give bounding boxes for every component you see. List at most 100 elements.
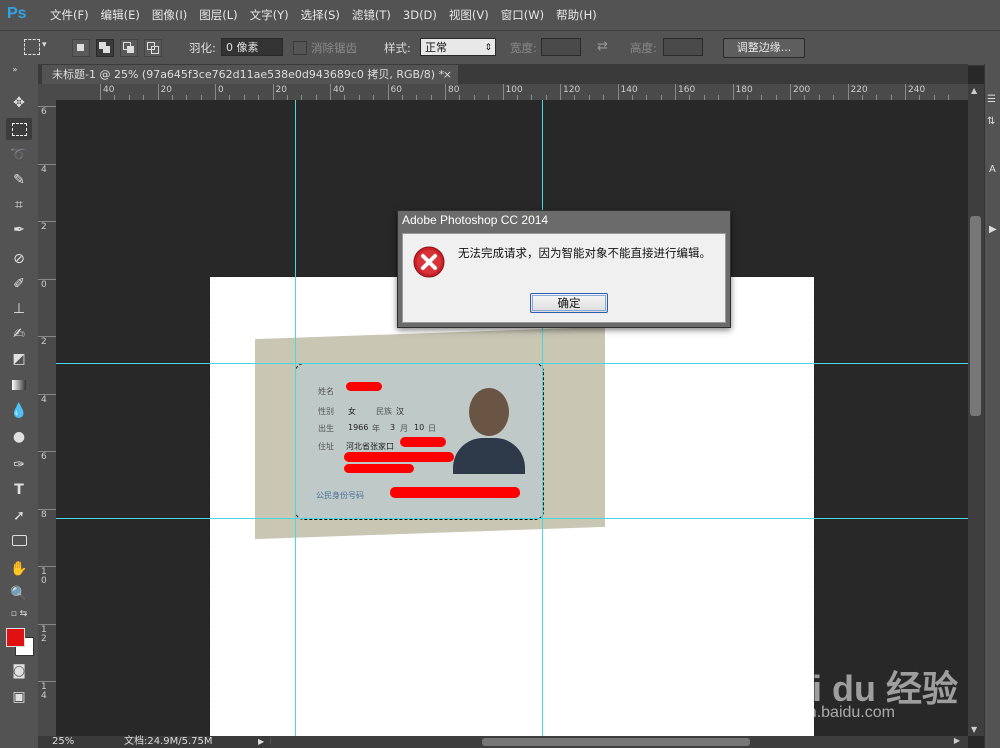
card-birth-label: 出生: [318, 424, 334, 433]
panel-icon[interactable]: ▶: [989, 224, 997, 235]
guide-horizontal[interactable]: [56, 363, 968, 364]
menu-filter[interactable]: 滤镜(T): [346, 0, 397, 30]
blur-tool-icon[interactable]: 💧: [6, 400, 32, 422]
path-select-tool-icon[interactable]: ➚: [6, 505, 32, 527]
vertical-scrollbar[interactable]: ▲ ▼: [968, 84, 984, 736]
quick-select-tool-icon[interactable]: ✎: [6, 169, 32, 191]
crop-tool-icon[interactable]: ⌗: [6, 194, 32, 216]
menu-image[interactable]: 图像(I): [146, 0, 193, 30]
healing-brush-tool-icon[interactable]: ⊘: [6, 248, 32, 270]
collapse-icon[interactable]: »: [2, 64, 28, 76]
hand-tool-icon[interactable]: ✋: [6, 558, 32, 580]
brush-tool-icon[interactable]: ✐: [6, 273, 32, 295]
menu-list: 文件(F) 编辑(E) 图像(I) 图层(L) 文字(Y) 选择(S) 滤镜(T…: [44, 0, 603, 30]
move-tool-icon[interactable]: ✥: [6, 92, 32, 114]
height-input[interactable]: [663, 38, 703, 56]
style-select[interactable]: 正常 ⇕: [420, 38, 496, 56]
type-tool-icon[interactable]: T: [6, 479, 32, 501]
chevron-down-icon: ⇕: [484, 43, 492, 53]
horizontal-scroll-thumb[interactable]: [482, 738, 750, 746]
ok-button[interactable]: 确定: [530, 293, 608, 313]
intersect-selection-button[interactable]: [144, 39, 162, 57]
menu-type[interactable]: 文字(Y): [244, 0, 295, 30]
close-icon[interactable]: ×: [443, 65, 452, 84]
scroll-right-icon[interactable]: ▶: [954, 736, 960, 745]
scroll-down-icon[interactable]: ▼: [971, 725, 977, 734]
zoom-tool-icon[interactable]: 🔍: [6, 583, 32, 605]
default-colors-icon[interactable]: ▫ ⇆: [6, 608, 32, 620]
ruler-tick-label: 10: [41, 567, 47, 586]
swap-icon[interactable]: ⇄: [597, 39, 608, 54]
panel-icon[interactable]: ⇅: [987, 116, 995, 127]
ruler-tick-label: 20: [275, 85, 287, 95]
guide-vertical[interactable]: [295, 100, 296, 736]
card-address-label: 住址: [318, 442, 334, 451]
clone-stamp-tool-icon[interactable]: ⊥: [6, 298, 32, 320]
antialias-label: 消除锯齿: [311, 41, 357, 55]
dodge-tool-icon[interactable]: ●: [6, 426, 32, 448]
marquee-tool-icon[interactable]: [6, 118, 32, 140]
guide-vertical[interactable]: [542, 100, 543, 736]
menu-help[interactable]: 帮助(H): [550, 0, 603, 30]
eyedropper-tool-icon[interactable]: ✒: [6, 219, 32, 241]
feather-input[interactable]: 0 像素: [221, 38, 283, 56]
document-tabbar: 未标题-1 @ 25% (97a645f3ce762d11ae538e0d943…: [38, 64, 968, 84]
ruler-tick-label: 8: [41, 509, 47, 520]
pen-tool-icon[interactable]: ✑: [6, 454, 32, 476]
shape-tool-icon[interactable]: [6, 530, 32, 552]
subtract-from-selection-button[interactable]: [120, 39, 138, 57]
vertical-scroll-thumb[interactable]: [970, 216, 981, 416]
ruler-corner: [38, 84, 56, 100]
eraser-tool-icon[interactable]: ◩: [6, 348, 32, 370]
redaction-mark: [346, 382, 382, 391]
card-year-unit: 年: [372, 424, 380, 433]
ruler-tick-label: 40: [333, 85, 345, 95]
horizontal-scrollbar[interactable]: ◀ ▶: [264, 736, 968, 748]
menu-select[interactable]: 选择(S): [295, 0, 346, 30]
photoshop-logo: Ps: [7, 5, 27, 22]
ruler-tick-label: 180: [735, 85, 753, 95]
document-tab[interactable]: 未标题-1 @ 25% (97a645f3ce762d11ae538e0d943…: [42, 65, 458, 84]
new-selection-button[interactable]: [72, 39, 90, 57]
screen-mode-icon[interactable]: ▣: [6, 686, 32, 708]
lasso-tool-icon[interactable]: ➰: [6, 144, 32, 166]
width-input[interactable]: [541, 38, 581, 56]
panel-icon[interactable]: ☰: [987, 94, 996, 105]
marquee-preset-icon[interactable]: [24, 39, 40, 55]
ruler-tick: [502, 84, 504, 100]
card-ethnicity-label: 民族: [376, 407, 392, 416]
scroll-up-icon[interactable]: ▲: [971, 86, 977, 95]
card-birth-month: 3: [390, 423, 396, 432]
dialog-message: 无法完成请求，因为智能对象不能直接进行编辑。: [458, 246, 711, 260]
ruler-tick-label: 200: [793, 85, 811, 95]
card-birth-day: 10: [414, 423, 425, 432]
menu-bar: Ps 文件(F) 编辑(E) 图像(I) 图层(L) 文字(Y) 选择(S) 滤…: [0, 0, 1000, 30]
antialias-checkbox[interactable]: [293, 41, 307, 55]
refine-edge-button[interactable]: 调整边缘...: [723, 38, 805, 58]
ruler-tick-label: 140: [620, 85, 638, 95]
guide-horizontal[interactable]: [56, 518, 968, 519]
options-bar: ▾ 羽化: 0 像素 消除锯齿 样式: 正常 ⇕ 宽度: ⇄ 高度: 调整边缘.…: [0, 30, 1000, 66]
menu-edit[interactable]: 编辑(E): [95, 0, 146, 30]
quick-mask-icon[interactable]: ◙: [6, 660, 32, 682]
menu-window[interactable]: 窗口(W): [495, 0, 550, 30]
add-to-selection-button[interactable]: [96, 39, 114, 57]
dialog-body: 无法完成请求，因为智能对象不能直接进行编辑。 确定: [402, 233, 726, 323]
menu-view[interactable]: 视图(V): [443, 0, 495, 30]
ruler-tick-label: 4: [41, 164, 47, 175]
menu-file[interactable]: 文件(F): [44, 0, 95, 30]
ruler-tick-label: 80: [448, 85, 460, 95]
menu-3d[interactable]: 3D(D): [397, 0, 443, 30]
menu-layer[interactable]: 图层(L): [193, 0, 243, 30]
foreground-color-swatch[interactable]: [6, 628, 25, 647]
panel-icon[interactable]: A: [989, 164, 996, 175]
vertical-ruler: 6 4 2 0 2 4 6 8 10 12 14: [38, 100, 57, 736]
chevron-right-icon[interactable]: ▶: [258, 736, 264, 748]
history-brush-tool-icon[interactable]: ✍: [6, 323, 32, 345]
portrait-body: [453, 438, 525, 474]
ruler-tick: [617, 84, 619, 100]
zoom-level[interactable]: 25%: [52, 736, 74, 748]
ruler-tick: [157, 84, 159, 100]
chevron-down-icon[interactable]: ▾: [42, 40, 47, 50]
gradient-tool-icon[interactable]: [6, 374, 32, 396]
